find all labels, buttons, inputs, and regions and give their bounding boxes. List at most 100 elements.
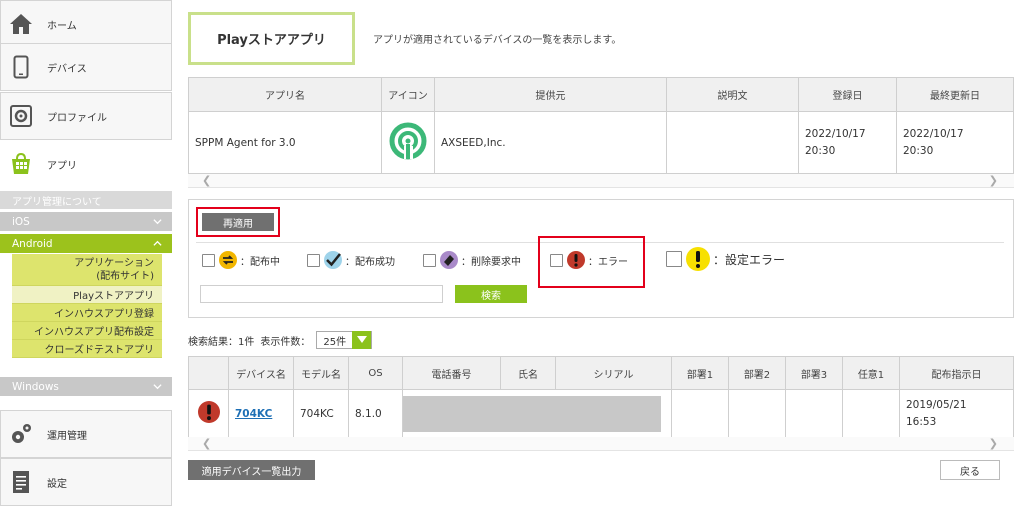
chevron-up-icon bbox=[153, 240, 162, 246]
submenu-play-store[interactable]: Playストアアプリ bbox=[12, 286, 162, 304]
reapply-button[interactable]: 再適用 bbox=[202, 213, 274, 231]
os-ios[interactable]: iOS bbox=[0, 212, 172, 231]
error-exclamation-icon bbox=[567, 251, 585, 269]
page-description: アプリが適用されているデバイスの一覧を表示します。 bbox=[373, 35, 622, 46]
col-dist-date: 配布指示日 bbox=[899, 356, 1014, 390]
nav-apps-label: アプリ bbox=[47, 160, 77, 172]
col-custom1: 任意1 bbox=[842, 356, 900, 390]
col-serial: シリアル bbox=[555, 356, 672, 390]
registered-date: 2022/10/17 bbox=[805, 127, 866, 140]
search-input[interactable] bbox=[200, 285, 443, 303]
page-title-tab: Playストアアプリ bbox=[188, 12, 355, 65]
eraser-icon bbox=[440, 251, 458, 269]
status-deleting: ：削除要求中 bbox=[423, 251, 521, 269]
submenu-app-distribution[interactable]: アプリケーション (配布サイト) bbox=[12, 254, 162, 286]
submenu-inhouse-dist[interactable]: インハウスアプリ配布設定 bbox=[12, 322, 162, 340]
submenu-inhouse-register[interactable]: インハウスアプリ登録 bbox=[12, 304, 162, 322]
error-exclamation-icon bbox=[197, 401, 220, 423]
chevron-down-icon bbox=[153, 219, 162, 225]
dist-date-cell: 2019/05/21 16:53 bbox=[899, 389, 1014, 438]
dept1-cell bbox=[671, 389, 729, 438]
col-os: OS bbox=[348, 356, 403, 390]
device-name-cell: 704KC bbox=[228, 389, 294, 438]
updated-time: 20:30 bbox=[903, 144, 934, 157]
distributing-label: ：配布中 bbox=[240, 256, 280, 268]
dept3-cell bbox=[785, 389, 843, 438]
sidebar: ホーム デバイス プロファイル アプリ アプリ管理について iOS Androi… bbox=[0, 0, 172, 523]
col-updated: 最終更新日 bbox=[896, 77, 1014, 112]
scroll-right-icon[interactable]: ❯ bbox=[989, 174, 998, 187]
redaction-mask bbox=[403, 395, 661, 432]
scroll-left-icon[interactable]: ❮ bbox=[202, 437, 211, 450]
main-content: Playストアアプリ アプリが適用されているデバイスの一覧を表示します。 アプリ… bbox=[188, 0, 1014, 523]
os-cell: 8.1.0 bbox=[348, 389, 403, 438]
status-cell bbox=[188, 389, 229, 438]
dist-date: 2019/05/21 bbox=[906, 398, 967, 411]
col-dept1: 部署1 bbox=[671, 356, 729, 390]
col-provider: 提供元 bbox=[434, 77, 667, 112]
os-windows[interactable]: Windows bbox=[0, 377, 172, 396]
app-name-cell: SPPM Agent for 3.0 bbox=[188, 111, 382, 174]
per-page-select[interactable]: 25件 bbox=[316, 331, 373, 349]
redacted-cells bbox=[402, 389, 672, 438]
home-icon bbox=[9, 12, 33, 36]
distributing-checkbox[interactable] bbox=[202, 253, 215, 267]
table-row: SPPM Agent for 3.0 AXSEED,Inc. 2022/10/1… bbox=[188, 111, 1014, 174]
col-name: 氏名 bbox=[500, 356, 556, 390]
smartphone-icon bbox=[9, 55, 33, 79]
app-table-scrollbar[interactable]: ❮ ❯ bbox=[188, 174, 1014, 188]
os-android[interactable]: Android bbox=[0, 234, 172, 253]
device-table-scrollbar[interactable]: ❮ ❯ bbox=[188, 437, 1014, 451]
device-name-link[interactable]: 704KC bbox=[235, 408, 272, 420]
gears-icon bbox=[9, 422, 33, 446]
submenu-closed-test-label: クローズドテストアプリ bbox=[44, 345, 155, 356]
updated-date: 2022/10/17 bbox=[903, 127, 964, 140]
nav-settings[interactable]: 設定 bbox=[0, 458, 172, 506]
col-device-name: デバイス名 bbox=[228, 356, 294, 390]
submenu-play-store-label: Playストアアプリ bbox=[73, 291, 154, 302]
success-checkbox[interactable] bbox=[307, 253, 320, 267]
dist-time: 16:53 bbox=[906, 415, 937, 428]
per-page-label: 表示件数： bbox=[260, 336, 311, 348]
scroll-right-icon[interactable]: ❯ bbox=[989, 437, 998, 450]
per-page-value: 25件 bbox=[323, 336, 347, 348]
check-icon bbox=[324, 251, 342, 269]
col-dept3: 部署3 bbox=[785, 356, 843, 390]
nav-home-label: ホーム bbox=[47, 20, 77, 32]
android-submenu: アプリケーション (配布サイト) Playストアアプリ インハウスアプリ登録 イ… bbox=[12, 254, 162, 358]
deleting-label: ：削除要求中 bbox=[461, 256, 521, 268]
export-devices-button[interactable]: 適用デバイス一覧出力 bbox=[188, 460, 315, 480]
nav-devices[interactable]: デバイス bbox=[0, 43, 172, 91]
registered-cell: 2022/10/17 20:30 bbox=[798, 111, 897, 174]
submenu-closed-test[interactable]: クローズドテストアプリ bbox=[12, 340, 162, 358]
col-icon: アイコン bbox=[381, 77, 435, 112]
device-table: デバイス名 モデル名 OS 電話番号 氏名 シリアル 部署1 部署2 部署3 任… bbox=[188, 356, 1014, 438]
nav-operations[interactable]: 運用管理 bbox=[0, 410, 172, 458]
search-button[interactable]: 検索 bbox=[455, 285, 527, 303]
dept2-cell bbox=[728, 389, 786, 438]
nav-home[interactable]: ホーム bbox=[0, 0, 172, 48]
config-error-checkbox[interactable] bbox=[666, 251, 682, 267]
nav-devices-label: デバイス bbox=[47, 63, 87, 75]
document-list-icon bbox=[9, 470, 33, 494]
sync-arrows-icon bbox=[219, 251, 237, 269]
nav-profiles[interactable]: プロファイル bbox=[0, 92, 172, 140]
col-registered: 登録日 bbox=[798, 77, 897, 112]
config-error-label: ：設定エラー bbox=[713, 252, 786, 267]
scroll-left-icon[interactable]: ❮ bbox=[202, 174, 211, 187]
about-app-mgmt[interactable]: アプリ管理について bbox=[0, 191, 172, 209]
os-android-label: Android bbox=[12, 237, 53, 250]
os-windows-label: Windows bbox=[12, 380, 59, 393]
nav-apps[interactable]: アプリ bbox=[0, 140, 172, 188]
status-config-error: ：設定エラー bbox=[666, 247, 785, 271]
profile-gear-icon bbox=[9, 104, 33, 128]
app-icon-cell bbox=[381, 111, 435, 174]
submenu-inhouse-dist-label: インハウスアプリ配布設定 bbox=[34, 327, 154, 338]
deleting-checkbox[interactable] bbox=[423, 253, 436, 267]
back-button[interactable]: 戻る bbox=[940, 460, 1000, 480]
col-dept2: 部署2 bbox=[728, 356, 786, 390]
error-checkbox[interactable] bbox=[550, 253, 563, 267]
page-title: Playストアアプリ bbox=[217, 33, 326, 48]
col-app-name: アプリ名 bbox=[188, 77, 382, 112]
reapply-highlight: 再適用 bbox=[196, 207, 280, 237]
